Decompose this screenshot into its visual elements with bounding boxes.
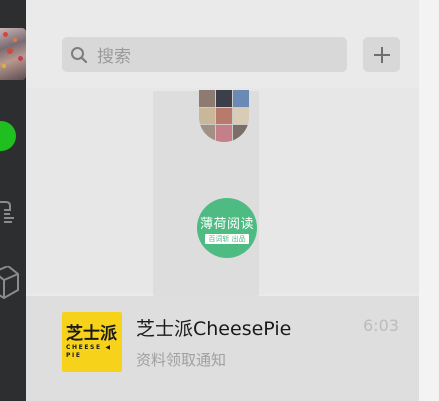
mint-logo-title: 薄荷阅读: [199, 216, 254, 232]
sidebar-nav: [0, 0, 26, 401]
mint-reading-logo: 薄荷阅读 百词斩 出品: [197, 198, 257, 258]
avatar-logo-sub2: PIE: [66, 352, 82, 359]
chat-list-item[interactable]: 芝士派 CHEESE ◀ PIE 芝士派CheesePie 资料领取通知 6:0…: [26, 296, 419, 401]
wechat-window: 搜索 薄荷阅读 百词斩 出品 芝士派 CHEESE ◀ PIE 芝士派Chees…: [0, 0, 439, 401]
chat-time: 6:03: [363, 316, 399, 335]
cube-icon[interactable]: [0, 266, 26, 302]
chat-status-dot[interactable]: [0, 121, 16, 151]
add-button[interactable]: [363, 37, 400, 72]
search-placeholder: 搜索: [97, 47, 131, 67]
avatar-logo-text: 芝士派: [66, 324, 117, 344]
cheesepie-avatar: 芝士派 CHEESE ◀ PIE: [62, 312, 122, 372]
contacts-icon[interactable]: [0, 198, 26, 228]
chat-name: 芝士派CheesePie: [136, 318, 292, 340]
search-icon: [71, 46, 88, 63]
window-edge: [419, 0, 439, 401]
group-avatar-collage: [199, 90, 249, 142]
chat-preview: 资料领取通知: [136, 351, 227, 369]
mint-logo-subtitle: 百词斩 出品: [205, 233, 249, 244]
avatar-logo-sub1: CHEESE ◀: [66, 344, 112, 351]
plus-icon: [373, 46, 390, 63]
search-input[interactable]: 搜索: [62, 37, 347, 72]
profile-avatar[interactable]: [0, 28, 26, 80]
